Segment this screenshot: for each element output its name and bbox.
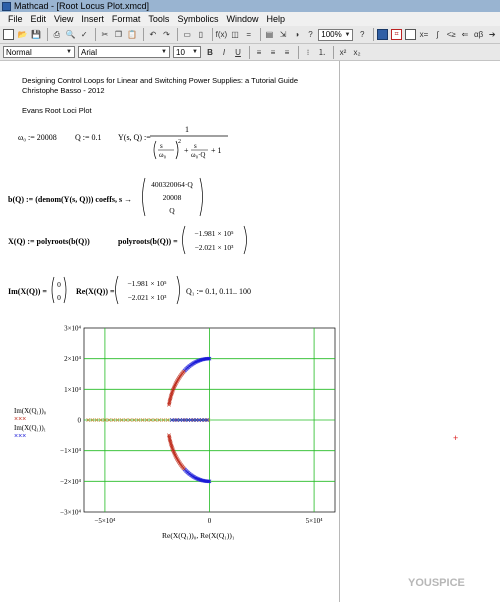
root-locus-plot[interactable]: 3×10⁴ 2×10⁴ 1×10⁴ 0 −1×10⁴ −2×10⁴ −3×10⁴ −5×10⁴… [0,0,500,602]
y-tick-label: −2×10⁴ [60,478,81,486]
x-tick-label: 5×10⁴ [306,517,323,525]
x-tick-label: −5×10⁴ [94,517,115,525]
x-tick-label: 0 [208,517,212,525]
y-tick-label: −3×10⁴ [60,509,81,517]
y-tick-label: 1×10⁴ [64,386,81,394]
mathcad-window: Mathcad - [Root Locus Plot.xmcd] File Ed… [0,0,500,602]
youspice-watermark-logo: YOUSPICE [408,577,465,589]
y-tick-label: 2×10⁴ [64,355,81,363]
y-tick-label: −1×10⁴ [60,447,81,455]
y-tick-label: 0 [78,417,82,425]
y-tick-label: 3×10⁴ [64,325,81,333]
